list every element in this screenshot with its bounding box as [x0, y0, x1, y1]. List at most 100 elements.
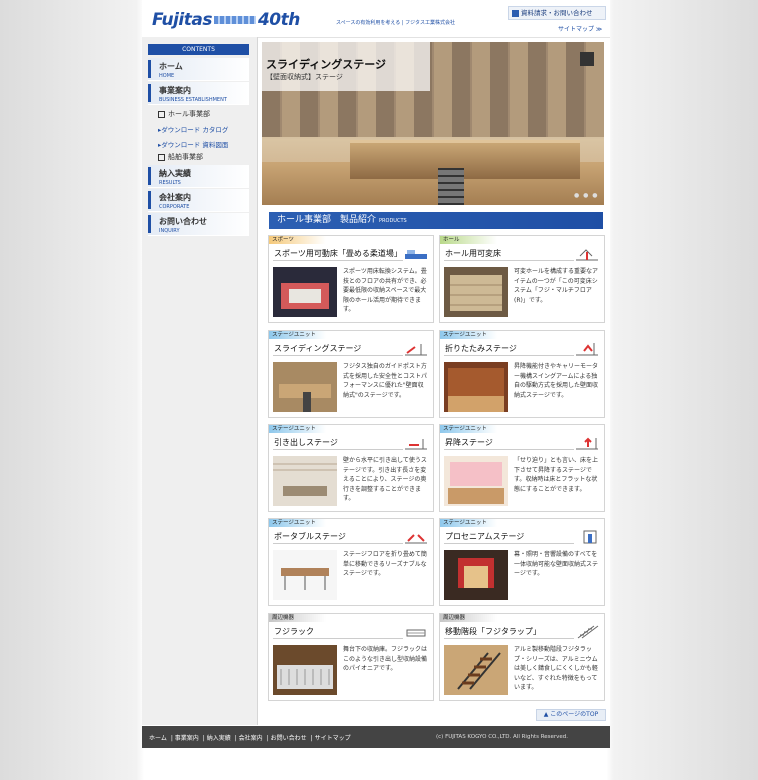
- sidebar-item-inquiry[interactable]: お問い合わせ INQUIRY: [148, 213, 249, 236]
- sidebar-subitem-label: ホール事業部: [168, 110, 210, 118]
- product-photo[interactable]: [273, 550, 337, 600]
- product-description: 幕・照明・音響設備のすべてを一体収納可能な壁面収納式ステージです。: [514, 551, 599, 577]
- product-description: 可変ホールを構成する重要なアイテムの一つが「この可変床システム「フジ・マルチフロ…: [514, 268, 599, 304]
- sidebar-item-sublabel: BUSINESS ESTABLISHMENT: [159, 97, 227, 103]
- anniversary-mark: 40th: [257, 10, 300, 30]
- product-card-fuji-rack[interactable]: 周辺機器 フジラック 舞台下の収納庫。フジラックはこのような引き出し型収納設備の…: [268, 613, 434, 701]
- page: Fujitas 40th スペースの有効利用を考える | フジタス工業株式会社 資…: [142, 0, 610, 748]
- product-photo[interactable]: [444, 456, 508, 506]
- footer-link-sitemap[interactable]: サイトマップ: [315, 735, 351, 742]
- sidebar-item-label: 会社案内: [159, 193, 191, 202]
- product-photo[interactable]: [273, 456, 337, 506]
- product-description: フジタス独自のガイドポスト方式を採用した安全性とコストパフォーマンスに優れた"壁…: [343, 363, 428, 399]
- footer-link-home[interactable]: ホーム: [149, 735, 167, 742]
- product-card-sliding-stage[interactable]: ステージユニット スライディングステージ フジタス独自のガイドポスト方式を採用し…: [268, 330, 434, 418]
- hero-stair-graphic: [438, 168, 464, 205]
- sidebar-item-home[interactable]: ホーム HOME: [148, 58, 249, 81]
- brand-logo[interactable]: Fujitas 40th: [152, 10, 300, 30]
- product-card-hall-floor[interactable]: ホール ホール用可変床 可変ホールを構成する重要なアイテムの一つが「この可変床シ…: [439, 235, 605, 323]
- product-photo[interactable]: [444, 267, 508, 317]
- brand-name: Fujitas: [152, 10, 212, 30]
- download-catalog-link[interactable]: ▸ダウンロード カタログ: [158, 124, 228, 134]
- category-tag: ステージユニット: [440, 331, 497, 339]
- category-tag: ホール: [440, 236, 497, 244]
- product-card-pullout-stage[interactable]: ステージユニット 引き出しステージ 壁から水平に引き出して使うステージです。引き…: [268, 424, 434, 512]
- category-tag: 周辺機器: [269, 614, 326, 622]
- product-title[interactable]: スライディングステージ: [274, 343, 361, 354]
- rack-icon: [406, 629, 426, 637]
- product-title[interactable]: 引き出しステージ: [274, 437, 338, 448]
- product-title[interactable]: スポーツ用可動床「畳める柔道場」: [274, 248, 402, 259]
- page-top-link[interactable]: ▲ このページのTOP: [536, 709, 606, 721]
- product-title[interactable]: 折りたたみステージ: [445, 343, 517, 354]
- nav-marker: [148, 84, 151, 102]
- nav-marker: [148, 167, 151, 185]
- sidebar-subitem-ship[interactable]: 船舶事業部: [158, 152, 203, 162]
- document-request-link[interactable]: 資料請求・お問い合わせ: [508, 6, 606, 20]
- product-description: ステージフロアを折り畳めて簡単に移動できるリーズナブルなステージです。: [343, 551, 427, 577]
- download-drawing-label: ダウンロード 資料図面: [161, 141, 229, 149]
- pullout-stage-icon: [405, 439, 427, 450]
- judo-floor-icon: [405, 250, 427, 259]
- sliding-stage-icon: [405, 344, 427, 356]
- checkbox-square-icon: [158, 153, 165, 161]
- product-title[interactable]: 昇降ステージ: [445, 437, 493, 448]
- sidebar-item-sublabel: RESULTS: [159, 180, 181, 186]
- section-title: ホール事業部 製品紹介 PRODUCTS: [269, 212, 603, 229]
- product-card-portable-stage[interactable]: ステージユニット ポータブルステージ ステージフロアを折り畳めて簡単に移動できる…: [268, 518, 434, 606]
- product-photo[interactable]: [273, 362, 337, 412]
- product-photo[interactable]: [444, 645, 508, 695]
- sidebar-item-results[interactable]: 納入実績 RESULTS: [148, 165, 249, 188]
- product-photo[interactable]: [273, 267, 337, 317]
- sidebar-item-corporate[interactable]: 会社案内 CORPORATE: [148, 189, 249, 212]
- product-card-lift-stage[interactable]: ステージユニット 昇降ステージ 「せり迫り」とも言い、床を上下させて昇降するステ…: [439, 424, 605, 512]
- sidebar-subitem-hall[interactable]: ホール事業部: [158, 109, 210, 119]
- footer-link-business[interactable]: 事業案内: [175, 735, 199, 742]
- category-tag: 周辺機器: [440, 614, 497, 622]
- product-card-folding-stage[interactable]: ステージユニット 折りたたみステージ 昇降機能付きやキャリーモーター機構スイング…: [439, 330, 605, 418]
- footer-link-corporate[interactable]: 会社案内: [239, 735, 263, 742]
- category-tag: ステージユニット: [269, 331, 326, 339]
- product-card-fujita-rap[interactable]: 周辺機器 移動階段「フジタラップ」 アルミ製移動階段フジタラップ・シリーズは、ア…: [439, 613, 605, 701]
- title-underline: [273, 355, 403, 356]
- tagline: スペースの有効利用を考える | フジタス工業株式会社: [336, 20, 456, 26]
- sidebar-item-label: ホーム: [159, 62, 183, 71]
- lift-stage-icon: [576, 437, 598, 450]
- title-underline: [273, 260, 403, 261]
- title-underline: [444, 449, 574, 450]
- product-title[interactable]: プロセニアムステージ: [445, 531, 524, 542]
- product-title[interactable]: ホール用可変床: [445, 248, 501, 259]
- nav-marker: [148, 60, 151, 78]
- sidebar-subitem-label: 船舶事業部: [168, 153, 203, 161]
- footer-link-inquiry[interactable]: お問い合わせ: [271, 735, 307, 742]
- checkbox-square-icon: [158, 110, 165, 118]
- product-title[interactable]: フジラック: [274, 626, 314, 637]
- title-underline: [273, 449, 403, 450]
- product-photo[interactable]: [444, 362, 508, 412]
- title-underline: [444, 355, 574, 356]
- hero-banner[interactable]: スライディングステージ 【壁面収納式】ステージ ● ● ●: [262, 42, 604, 205]
- title-underline: [444, 543, 574, 544]
- title-underline: [444, 638, 574, 639]
- category-tag: ステージユニット: [269, 425, 326, 433]
- download-drawing-link[interactable]: ▸ダウンロード 資料図面: [158, 139, 228, 149]
- product-title[interactable]: ポータブルステージ: [274, 531, 346, 542]
- product-title[interactable]: 移動階段「フジタラップ」: [445, 626, 541, 637]
- slide-indicator[interactable]: ● ● ●: [574, 192, 599, 199]
- product-photo[interactable]: [444, 550, 508, 600]
- sidebar-item-business[interactable]: 事業案内 BUSINESS ESTABLISHMENT: [148, 82, 249, 105]
- speaker-graphic: [580, 52, 594, 66]
- nav-marker: [148, 191, 151, 209]
- sidebar-item-sublabel: CORPORATE: [159, 204, 190, 210]
- product-description: 舞台下の収納庫。フジラックはこのような引き出し型収納設備のパイオニアです。: [343, 646, 428, 672]
- product-photo[interactable]: [273, 645, 337, 695]
- product-description: 「せり迫り」とも言い、床を上下させて昇降するステージです。収納時は床とフラットな…: [514, 457, 599, 493]
- product-card-proscenium-stage[interactable]: ステージユニット プロセニアムステージ 幕・照明・音響設備のすべてを一体収納可能…: [439, 518, 605, 606]
- product-card-judo-floor[interactable]: スポーツ スポーツ用可動床「畳める柔道場」 スポーツ用床転換システム。畳技とのフ…: [268, 235, 434, 323]
- document-request-label: 資料請求・お問い合わせ: [521, 9, 593, 17]
- product-description: アルミ製移動階段フジタラップ・シリーズは、アルミニウムは美しく錆食しにくくしかも…: [514, 646, 598, 691]
- sitemap-link[interactable]: サイトマップ ≫: [558, 24, 602, 33]
- footer-link-results[interactable]: 納入実績: [207, 735, 231, 742]
- sidebar-item-label: 納入実績: [159, 169, 191, 178]
- footer-links: ホーム | 事業案内 | 納入実績 | 会社案内 | お問い合わせ | サイトマップ: [149, 735, 351, 742]
